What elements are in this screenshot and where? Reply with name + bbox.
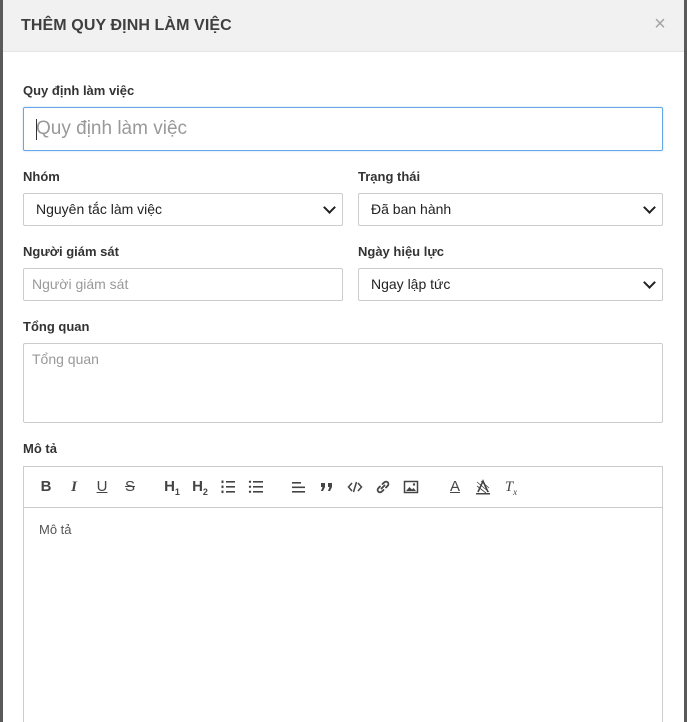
rule-label: Quy định làm việc (23, 83, 135, 98)
effective-date-value: Ngay lập tức (371, 276, 451, 292)
clear-format-glyph: T (504, 479, 514, 495)
link-icon (376, 480, 390, 494)
bullet-list-icon (248, 480, 263, 493)
chevron-down-icon (323, 201, 336, 214)
text-caret (36, 119, 37, 140)
code-button[interactable] (344, 476, 366, 498)
overview-label: Tổng quan (23, 319, 90, 334)
align-button[interactable] (288, 476, 310, 498)
heading1-button[interactable]: H1 (161, 476, 183, 498)
status-value: Đã ban hành (371, 201, 452, 217)
blockquote-button[interactable] (316, 476, 338, 498)
ordered-list-button[interactable] (217, 476, 239, 498)
bullet-list-button[interactable] (245, 476, 267, 498)
heading1-sub: 1 (174, 487, 180, 497)
modal-title: THÊM QUY ĐỊNH LÀM VIỆC (21, 17, 232, 34)
overview-textarea[interactable]: Tổng quan (23, 343, 663, 423)
background-color-button[interactable] (472, 476, 494, 498)
text-color-button[interactable]: A (444, 476, 466, 498)
ordered-list-icon (221, 480, 235, 494)
strikethrough-button[interactable]: S (119, 476, 141, 498)
effective-date-select[interactable]: Ngay lập tức (358, 268, 663, 301)
quote-icon (321, 483, 332, 491)
supervisor-input[interactable]: Người giám sát (23, 268, 343, 301)
description-content[interactable]: Mô tả (24, 508, 662, 551)
rule-placeholder: Quy định làm việc (36, 118, 188, 139)
chevron-down-icon (643, 276, 656, 289)
group-value: Nguyên tắc làm việc (36, 201, 163, 217)
group-select[interactable]: Nguyên tắc làm việc (23, 193, 343, 226)
clear-format-sub: x (513, 487, 518, 497)
group-label: Nhóm (23, 169, 60, 184)
status-label: Trạng thái (358, 169, 421, 184)
editor-toolbar: B I U S H1 H2 A Tx (24, 467, 662, 508)
heading2-sub: 2 (202, 487, 208, 497)
supervisor-placeholder: Người giám sát (32, 276, 129, 292)
overview-placeholder: Tổng quan (32, 351, 99, 367)
description-editor: B I U S H1 H2 A Tx Mô tả (23, 466, 663, 722)
align-left-icon (292, 482, 305, 493)
supervisor-label: Người giám sát (23, 244, 119, 259)
underline-button[interactable]: U (91, 476, 113, 498)
description-label: Mô tả (23, 441, 57, 456)
status-select[interactable]: Đã ban hành (358, 193, 663, 226)
italic-button[interactable]: I (63, 476, 85, 498)
link-button[interactable] (372, 476, 394, 498)
clear-format-button[interactable]: Tx (500, 476, 522, 498)
heading1-glyph: H (164, 478, 175, 495)
heading2-button[interactable]: H2 (189, 476, 211, 498)
description-placeholder: Mô tả (39, 522, 72, 537)
image-button[interactable] (400, 476, 422, 498)
close-button[interactable]: × (650, 12, 670, 36)
code-icon (347, 481, 363, 493)
heading2-glyph: H (192, 478, 203, 495)
effective-date-label: Ngày hiệu lực (358, 244, 444, 259)
highlight-icon (476, 479, 490, 495)
image-icon (403, 480, 419, 494)
add-rule-modal: THÊM QUY ĐỊNH LÀM VIỆC × Quy định làm vi… (3, 0, 684, 722)
rule-input[interactable]: Quy định làm việc (23, 107, 663, 151)
chevron-down-icon (643, 201, 656, 214)
bold-button[interactable]: B (35, 476, 57, 498)
modal-header: THÊM QUY ĐỊNH LÀM VIỆC × (3, 0, 684, 52)
